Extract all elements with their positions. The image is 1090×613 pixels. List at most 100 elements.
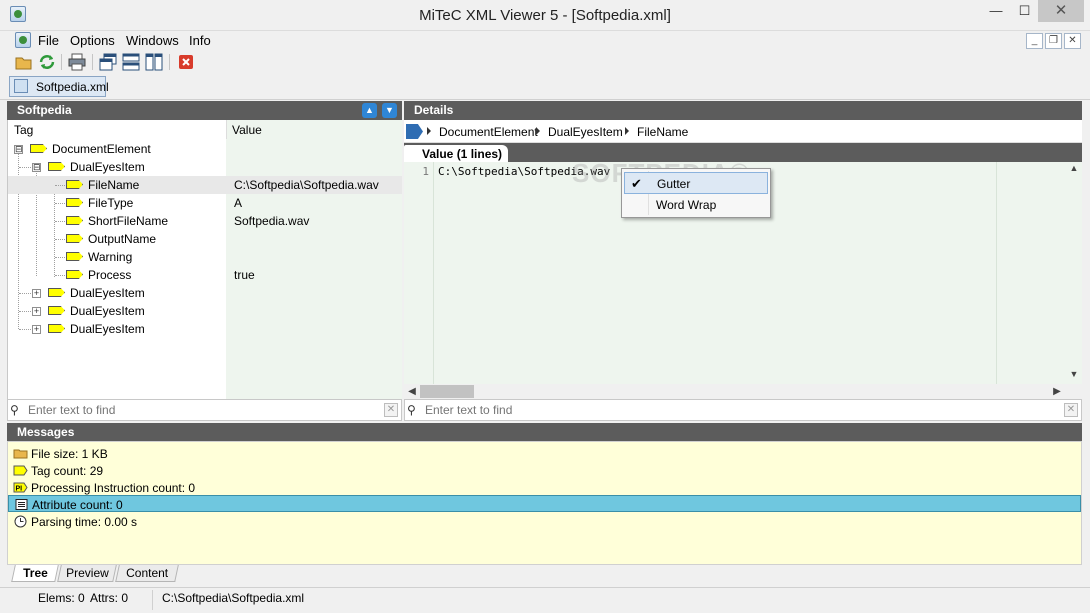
tree-tag-name: Warning: [88, 250, 133, 264]
tile-vertical-icon[interactable]: [145, 53, 163, 71]
menu-item-word-wrap[interactable]: Word Wrap: [624, 194, 768, 216]
message-item[interactable]: PI Processing Instruction count: 0: [8, 479, 1081, 496]
clock-icon: [14, 515, 27, 528]
title-bar: MiTeC XML Viewer 5 - [Softpedia.xml] — ☐…: [0, 0, 1090, 31]
tab-value[interactable]: Value (1 lines): [404, 145, 508, 162]
tab-tree[interactable]: Tree: [11, 565, 59, 582]
mdi-close-button[interactable]: ✕: [1064, 33, 1081, 49]
window-cascade-icon[interactable]: [99, 53, 117, 71]
expander-icon[interactable]: ⊟: [14, 145, 23, 154]
tree-tag-name: DualEyesItem: [70, 304, 145, 318]
tree-row[interactable]: + DualEyesItem: [8, 284, 402, 302]
collapse-all-icon[interactable]: ▲: [362, 103, 377, 118]
message-text: Processing Instruction count: 0: [31, 481, 196, 495]
maximize-button[interactable]: ☐: [1011, 0, 1038, 22]
value-column-header[interactable]: Value: [232, 123, 262, 137]
tree-connector: [55, 275, 67, 276]
expand-all-icon[interactable]: ▼: [382, 103, 397, 118]
details-panel-header: Details: [404, 101, 1082, 120]
tree-connector: [19, 311, 31, 312]
tree-connector: [55, 185, 67, 186]
tree-row[interactable]: Process true: [8, 266, 402, 284]
tree-row[interactable]: FileType A: [8, 194, 402, 212]
print-icon[interactable]: [68, 53, 86, 71]
menu-options[interactable]: Options: [70, 33, 115, 48]
expander-icon[interactable]: +: [32, 325, 41, 334]
expander-icon[interactable]: ⊟: [32, 163, 41, 172]
tab-preview[interactable]: Preview: [57, 565, 117, 582]
close-document-icon[interactable]: [177, 53, 195, 71]
tag-column-header[interactable]: Tag: [14, 123, 33, 137]
column-separator[interactable]: [226, 120, 227, 139]
tree-row[interactable]: ⊟ DualEyesItem: [8, 158, 402, 176]
message-item[interactable]: Tag count: 29: [8, 462, 1081, 479]
tab-content-label: Content: [126, 566, 169, 580]
message-text: Tag count: 29: [31, 464, 104, 478]
tree-row[interactable]: ⊟ DocumentElement: [8, 140, 402, 158]
message-text: Parsing time: 0.00 s: [31, 515, 138, 529]
menu-item-label: Gutter: [657, 177, 691, 191]
close-button[interactable]: ✕: [1038, 0, 1084, 22]
tree-row[interactable]: Warning: [8, 248, 402, 266]
status-bar: Elems: 0 Attrs: 0 C:\Softpedia\Softpedia…: [0, 587, 1090, 613]
tree-row[interactable]: + DualEyesItem: [8, 320, 402, 338]
clear-find-icon[interactable]: ✕: [1064, 403, 1078, 417]
tree-connector: [19, 293, 31, 294]
tree-tag-name: DocumentElement: [52, 142, 151, 156]
tile-horizontal-icon[interactable]: [122, 53, 140, 71]
breadcrumb-item[interactable]: DualEyesItem: [548, 125, 623, 139]
tree-tag-value: true: [234, 268, 255, 282]
tag-icon: [30, 144, 47, 153]
scroll-left-icon[interactable]: ◀: [405, 384, 419, 399]
tag-icon: [48, 324, 65, 333]
tree-row[interactable]: + DualEyesItem: [8, 302, 402, 320]
refresh-icon[interactable]: [38, 53, 56, 71]
menu-info[interactable]: Info: [189, 33, 211, 48]
breadcrumb-item[interactable]: DocumentElement: [439, 125, 538, 139]
mdi-restore-button[interactable]: ❐: [1045, 33, 1062, 49]
open-folder-icon[interactable]: [15, 53, 33, 71]
tree-row[interactable]: ShortFileName Softpedia.wav: [8, 212, 402, 230]
tag-icon: [48, 306, 65, 315]
document-tab[interactable]: Softpedia.xml: [9, 76, 109, 97]
chevron-right-icon: [427, 127, 431, 135]
tree-row-selected[interactable]: FileName C:\Softpedia\Softpedia.wav: [8, 176, 402, 194]
message-item[interactable]: Parsing time: 0.00 s: [8, 513, 1081, 530]
tree-find-input[interactable]: [28, 403, 368, 417]
scrollbar-thumb[interactable]: [420, 385, 474, 398]
scroll-up-icon[interactable]: ▲: [1066, 163, 1082, 177]
xml-tree: Tag Value ⊟ DocumentElement ⊟ DualEyesIt…: [7, 120, 402, 399]
menu-file[interactable]: File: [38, 33, 59, 48]
minimize-button[interactable]: —: [981, 0, 1011, 22]
messages-panel-title: Messages: [17, 425, 75, 439]
breadcrumb-item[interactable]: FileName: [637, 125, 688, 139]
tree-tag-name: FileName: [88, 178, 140, 192]
binoculars-icon: ⚲: [407, 403, 416, 417]
chevron-right-icon: [536, 127, 540, 135]
tab-tree-label: Tree: [22, 566, 48, 580]
tree-tag-name: DualEyesItem: [70, 160, 145, 174]
horizontal-scrollbar[interactable]: ◀ ▶: [404, 384, 1065, 399]
tab-content[interactable]: Content: [115, 565, 179, 582]
details-find-bar: ⚲ ✕: [404, 399, 1082, 421]
tag-icon: [66, 198, 83, 207]
expander-icon[interactable]: +: [32, 307, 41, 316]
checkmark-icon: ✔: [631, 176, 642, 191]
tree-row[interactable]: OutputName: [8, 230, 402, 248]
breadcrumb-root-icon[interactable]: [406, 124, 423, 139]
document-icon[interactable]: [15, 32, 31, 48]
message-item[interactable]: File size: 1 KB: [8, 445, 1081, 462]
expander-icon[interactable]: +: [32, 289, 41, 298]
mdi-minimize-button[interactable]: _: [1026, 33, 1043, 49]
toolbar-separator: [61, 54, 62, 70]
scroll-down-icon[interactable]: ▼: [1066, 369, 1082, 383]
editor-gutter: 1: [404, 162, 434, 384]
tab-value-label: Value (1 lines): [422, 147, 503, 161]
details-find-input[interactable]: [425, 403, 1045, 417]
scroll-right-icon[interactable]: ▶: [1050, 384, 1064, 399]
message-item-selected[interactable]: Attribute count: 0: [8, 495, 1081, 512]
svg-text:PI: PI: [16, 486, 23, 493]
menu-windows[interactable]: Windows: [126, 33, 179, 48]
clear-find-icon[interactable]: ✕: [384, 403, 398, 417]
menu-item-gutter[interactable]: ✔ Gutter: [624, 172, 768, 194]
